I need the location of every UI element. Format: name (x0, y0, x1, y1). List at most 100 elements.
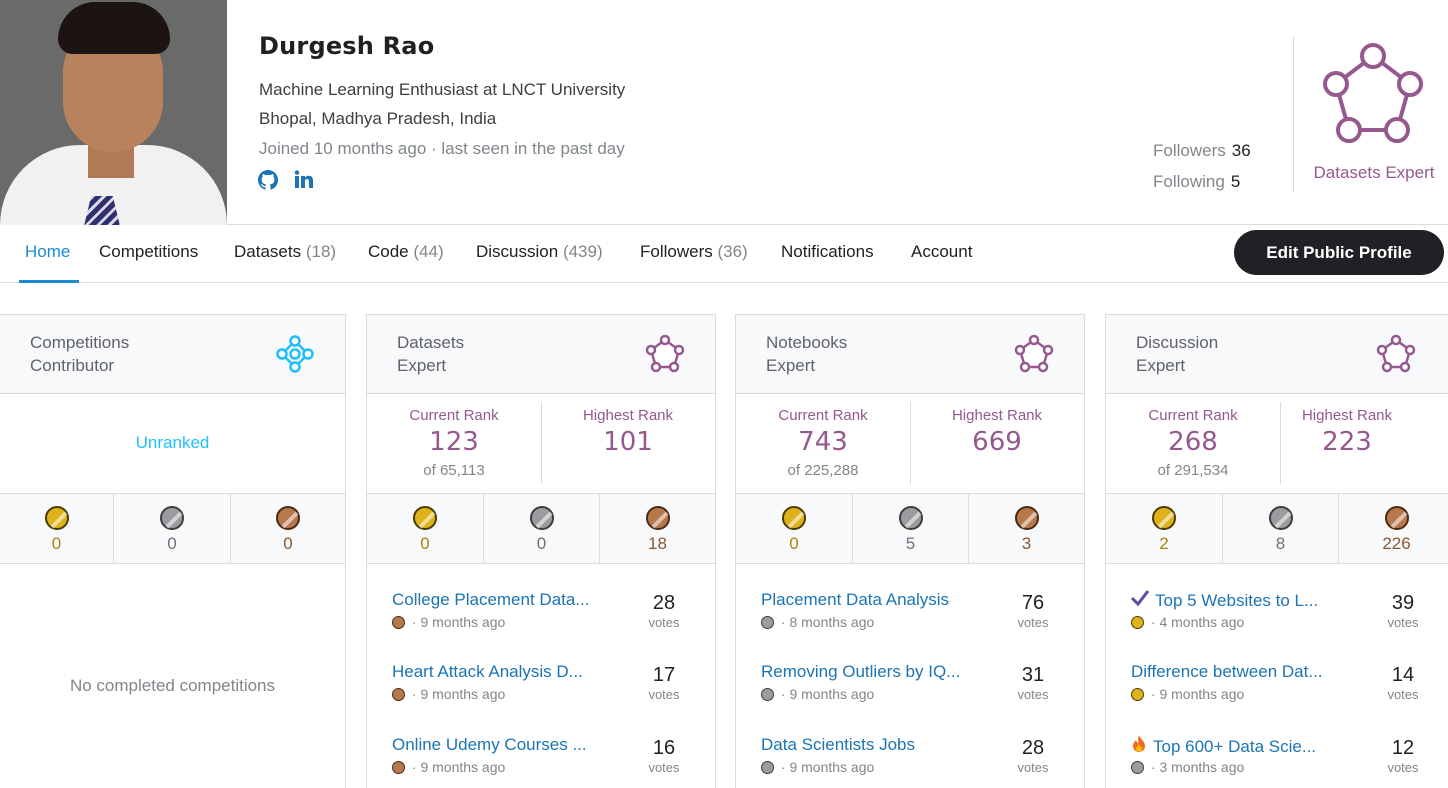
tab-code[interactable]: Code (44) (368, 242, 444, 262)
tab-label: Notifications (781, 242, 874, 261)
rank-area: Current Rank 743 of 225,288 Highest Rank… (736, 394, 1084, 494)
item-title-link[interactable]: College Placement Data... (392, 590, 617, 610)
rank-area: Current Rank 268 of 291,534 Highest Rank… (1106, 394, 1448, 494)
item-time: · 9 months ago (777, 686, 875, 702)
gold-medal-icon (782, 506, 806, 530)
item-title-link[interactable]: Heart Attack Analysis D... (392, 662, 617, 682)
gold-medal-icon (1131, 688, 1144, 701)
item-title-link[interactable]: Online Udemy Courses ... (392, 735, 617, 755)
github-icon[interactable] (258, 170, 278, 190)
tab-account[interactable]: Account (911, 242, 972, 262)
expert-tier-icon (1323, 43, 1423, 143)
item-title-link[interactable]: Top 5 Websites to L... (1131, 590, 1356, 611)
vote-count: 31 (1021, 664, 1045, 686)
item-time: · 8 months ago (777, 614, 875, 630)
rank-area: Unranked (0, 394, 345, 494)
tab-competitions[interactable]: Competitions (99, 242, 198, 262)
avatar-hair (58, 2, 170, 54)
bronze-medal-count: 3 (968, 494, 1084, 564)
highest-rank-label: Highest Rank (582, 407, 674, 424)
tab-label: Followers (640, 242, 713, 261)
medal-row: 2 8 226 (1106, 494, 1448, 564)
header-divider (1293, 36, 1294, 192)
item-meta: · 9 months ago (761, 686, 874, 702)
followers-label: Followers (1153, 141, 1226, 160)
vote-count: 39 (1391, 592, 1415, 614)
tab-notifications[interactable]: Notifications (781, 242, 874, 262)
highest-rank-label: Highest Rank (1301, 407, 1393, 424)
item-meta: · 9 months ago (392, 759, 505, 775)
votes-label: votes (1017, 760, 1049, 775)
item-time: · 9 months ago (408, 614, 506, 630)
item-time: · 9 months ago (777, 759, 875, 775)
item-meta: · 3 months ago (1131, 759, 1244, 775)
silver-medal-icon (1268, 506, 1293, 530)
highest-rank: Highest Rank 669 (910, 394, 1084, 493)
tab-label: Datasets (234, 242, 302, 261)
card-title-line2: Contributor (30, 356, 115, 375)
medal-count: 18 (648, 534, 667, 553)
card-header: Notebooks Expert (736, 315, 1084, 394)
card-title-line1: Discussion (1136, 333, 1219, 352)
linkedin-icon[interactable] (294, 170, 314, 190)
card-title-line2: Expert (766, 356, 816, 375)
item-title-link[interactable]: Difference between Dat... (1131, 662, 1356, 682)
tab-home[interactable]: Home (25, 242, 70, 262)
edit-public-profile-button[interactable]: Edit Public Profile (1234, 230, 1444, 275)
vote-count: 76 (1021, 592, 1045, 614)
profile-occupation: Machine Learning Enthusiast at LNCT Univ… (259, 80, 626, 99)
current-rank-value: 268 (1168, 427, 1218, 457)
item-title-link[interactable]: Top 600+ Data Scie... (1131, 735, 1356, 757)
followers-stat[interactable]: Followers 36 (1153, 141, 1251, 161)
tab-datasets[interactable]: Datasets (18) (234, 242, 336, 262)
tab-count: (36) (717, 242, 748, 261)
active-tab-indicator (19, 280, 79, 283)
silver-medal-icon (761, 688, 774, 701)
following-count: 5 (1230, 172, 1241, 191)
item-title-link[interactable]: Data Scientists Jobs (761, 735, 986, 755)
item-meta: · 8 months ago (761, 614, 874, 630)
highest-rank-label: Highest Rank (951, 407, 1043, 424)
medal-count: 0 (51, 534, 62, 553)
item-title-text: Top 600+ Data Scie... (1153, 737, 1317, 756)
rank-area: Current Rank 123 of 65,113 Highest Rank … (367, 394, 715, 494)
gold-medal-count: 0 (0, 494, 113, 564)
card-title: Notebooks Expert (766, 331, 847, 377)
vote-count: 28 (1021, 737, 1045, 759)
votes-label: votes (1387, 760, 1419, 775)
tab-discussion[interactable]: Discussion (439) (476, 242, 603, 262)
avatar[interactable] (0, 0, 227, 225)
no-competitions-message: No completed competitions (69, 676, 276, 695)
card-title-line2: Expert (1136, 356, 1186, 375)
tab-followers[interactable]: Followers (36) (640, 242, 748, 262)
vote-count: 12 (1391, 737, 1415, 759)
gold-medal-icon (1131, 616, 1144, 629)
bronze-medal-icon (276, 506, 300, 530)
rank-total: of 225,288 (787, 462, 859, 479)
item-title-link[interactable]: Placement Data Analysis (761, 590, 986, 610)
silver-medal-count: 5 (852, 494, 968, 564)
profile-header: Durgesh Rao Machine Learning Enthusiast … (0, 0, 1448, 225)
item-time: · 9 months ago (408, 686, 506, 702)
tab-count: (18) (305, 242, 337, 261)
medal-row: 0 0 0 (0, 494, 345, 564)
vote-count: 16 (652, 737, 676, 759)
profile-nav: Home Competitions Datasets (18) Code (44… (0, 226, 1448, 283)
votes-label: votes (1017, 615, 1049, 630)
item-title-text: Top 5 Websites to L... (1155, 591, 1319, 610)
tab-label: Account (911, 242, 973, 261)
votes-label: votes (1017, 687, 1049, 702)
item-time: · 9 months ago (1147, 686, 1245, 702)
card-header: Competitions Contributor (0, 315, 345, 394)
bronze-medal-icon (1014, 506, 1039, 530)
card-title: Competitions Contributor (30, 331, 129, 377)
following-label: Following (1153, 172, 1225, 191)
rank-total: of 291,534 (1157, 462, 1229, 479)
unranked-label[interactable]: Unranked (0, 433, 345, 453)
datasets-card: Datasets Expert Current Rank 123 of 65,11… (366, 314, 716, 788)
expert-tier-icon (645, 334, 685, 373)
following-stat[interactable]: Following 5 (1153, 172, 1240, 192)
item-title-link[interactable]: Removing Outliers by IQ... (761, 662, 986, 682)
item-time: · 9 months ago (408, 759, 506, 775)
medal-count: 0 (167, 534, 177, 553)
